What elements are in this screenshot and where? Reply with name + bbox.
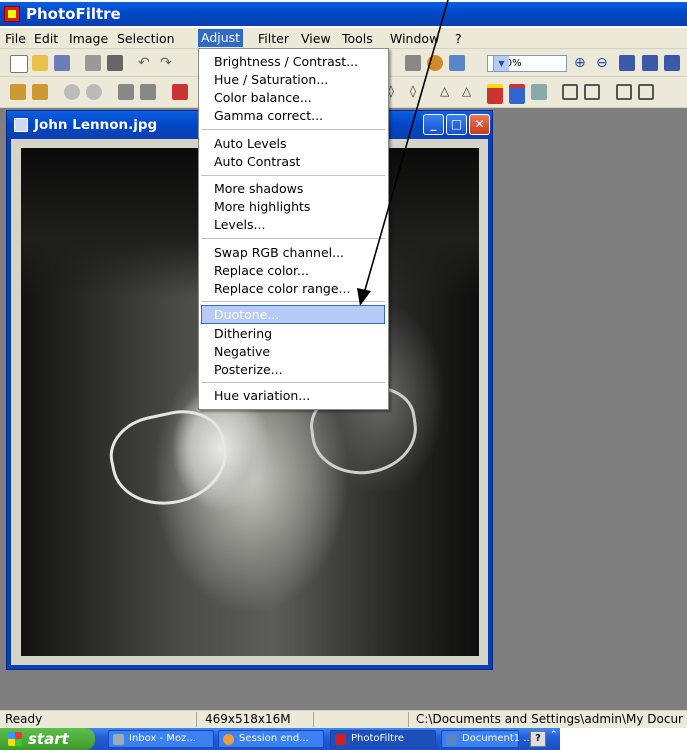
task-photofiltre[interactable]: PhotoFiltre — [330, 730, 436, 748]
sharpen-icon[interactable]: △ — [440, 84, 456, 100]
plugin-icon[interactable] — [427, 55, 443, 71]
task-inbox[interactable]: Inbox - Moz... — [108, 730, 214, 748]
menu-item-duotone[interactable]: Duotone... — [214, 306, 279, 323]
auto-levels-icon[interactable] — [10, 84, 26, 100]
menu-item-posterize[interactable]: Posterize... — [214, 361, 283, 378]
zoom-out-icon[interactable]: ⊖ — [596, 55, 612, 71]
menu-item-hue-saturation[interactable]: Hue / Saturation... — [214, 71, 328, 88]
contrast-down-icon[interactable] — [118, 84, 134, 100]
menu-item-brightness-contrast[interactable]: Brightness / Contrast... — [214, 53, 358, 70]
save-icon[interactable] — [54, 55, 70, 71]
image-dimensions: 469x518x16M — [205, 712, 291, 726]
adjust-menu: Brightness / Contrast... Hue / Saturatio… — [198, 48, 389, 410]
help-icon[interactable]: ? — [530, 731, 546, 747]
menu-item-gamma-correct[interactable]: Gamma correct... — [214, 107, 323, 124]
task-session[interactable]: Session end... — [218, 730, 324, 748]
undo-icon[interactable]: ↶ — [138, 55, 154, 71]
rotate-icon[interactable] — [616, 84, 632, 100]
frame-icon[interactable] — [487, 84, 503, 104]
system-tray — [560, 728, 687, 750]
menu-separator — [201, 175, 385, 176]
windows-logo-icon — [8, 732, 22, 746]
menu-item-hue-variation[interactable]: Hue variation... — [214, 387, 310, 404]
menu-item-auto-contrast[interactable]: Auto Contrast — [214, 153, 300, 170]
start-button[interactable]: start — [0, 728, 95, 750]
app-title: PhotoFiltre — [26, 5, 121, 23]
menu-help[interactable]: ? — [455, 31, 462, 46]
color-icon[interactable] — [172, 84, 188, 100]
menu-item-more-shadows[interactable]: More shadows — [214, 180, 303, 197]
drop2-icon[interactable]: ◊ — [410, 84, 426, 100]
drop-icon[interactable]: ◊ — [388, 84, 404, 100]
frame2-icon[interactable] — [509, 84, 525, 104]
menu-tools[interactable]: Tools — [342, 31, 373, 46]
status-bar: Ready 469x518x16M C:\Documents and Setti… — [0, 710, 687, 729]
maximize-button[interactable]: □ — [446, 114, 467, 135]
close-button[interactable]: ✕ — [469, 114, 490, 135]
menu-item-negative[interactable]: Negative — [214, 343, 270, 360]
photofiltre-app-icon — [4, 6, 20, 22]
brightness-down-icon[interactable] — [64, 84, 80, 100]
menu-item-replace-color[interactable]: Replace color... — [214, 262, 309, 279]
filter-tool-icon[interactable] — [405, 55, 421, 71]
menu-separator — [201, 238, 385, 239]
menu-item-levels[interactable]: Levels... — [214, 216, 265, 233]
flip-icon[interactable] — [562, 84, 578, 100]
minimize-button[interactable]: _ — [423, 114, 444, 135]
file-path: C:\Documents and Settings\admin\My Docur — [416, 712, 683, 726]
menu-view[interactable]: View — [301, 31, 331, 46]
menu-item-auto-levels[interactable]: Auto Levels — [214, 135, 287, 152]
actual-size-icon[interactable] — [642, 55, 658, 71]
zoom-select[interactable]: 100% ▼ — [487, 55, 567, 72]
menu-item-dithering[interactable]: Dithering — [214, 325, 272, 342]
menu-item-color-balance[interactable]: Color balance... — [214, 89, 312, 106]
menu-file[interactable]: File — [5, 31, 26, 46]
taskbar: start Inbox - Moz... Session end... Phot… — [0, 728, 687, 750]
auto-contrast-icon[interactable] — [32, 84, 48, 100]
chevron-down-icon[interactable]: ▼ — [493, 56, 509, 71]
menu-item-swap-rgb-channel[interactable]: Swap RGB channel... — [214, 244, 344, 261]
task-document[interactable]: Document1 ... — [441, 730, 533, 748]
menu-bar: File Edit Image Selection Adjust Filter … — [0, 28, 687, 49]
texture-icon[interactable] — [531, 84, 547, 100]
sharpen2-icon[interactable]: △ — [462, 84, 478, 100]
status-text: Ready — [5, 712, 43, 726]
open-icon[interactable] — [32, 55, 48, 71]
redo-icon[interactable]: ↷ — [160, 55, 176, 71]
rotate2-icon[interactable] — [638, 84, 654, 100]
zoom-in-icon[interactable]: ⊕ — [574, 55, 590, 71]
menu-window[interactable]: Window — [390, 31, 439, 46]
menu-selection[interactable]: Selection — [117, 31, 175, 46]
menu-item-replace-color-range[interactable]: Replace color range... — [214, 280, 350, 297]
menu-adjust[interactable]: Adjust — [198, 29, 244, 47]
image-icon — [14, 118, 28, 132]
menu-separator — [201, 382, 385, 383]
menu-separator — [201, 301, 385, 302]
chevron-up-icon[interactable]: ⌃ — [550, 730, 558, 740]
firefox-icon — [223, 734, 234, 745]
menu-edit[interactable]: Edit — [34, 31, 58, 46]
scanner-icon[interactable] — [107, 55, 123, 71]
word-icon — [446, 734, 457, 745]
new-icon[interactable] — [10, 55, 28, 73]
menu-item-more-highlights[interactable]: More highlights — [214, 198, 310, 215]
fullscreen-icon[interactable] — [664, 55, 680, 71]
print-icon[interactable] — [85, 55, 101, 71]
window-icon[interactable] — [449, 55, 465, 71]
contrast-up-icon[interactable] — [140, 84, 156, 100]
menu-filter[interactable]: Filter — [258, 31, 289, 46]
image-window-title: John Lennon.jpg — [34, 117, 158, 133]
flip2-icon[interactable] — [584, 84, 600, 100]
brightness-up-icon[interactable] — [86, 84, 102, 100]
menu-separator — [201, 129, 385, 130]
fit-window-icon[interactable] — [619, 55, 635, 71]
app-title-bar: PhotoFiltre — [0, 2, 687, 26]
menu-image[interactable]: Image — [69, 31, 108, 46]
mail-icon — [113, 734, 124, 745]
photofiltre-icon — [335, 734, 346, 745]
